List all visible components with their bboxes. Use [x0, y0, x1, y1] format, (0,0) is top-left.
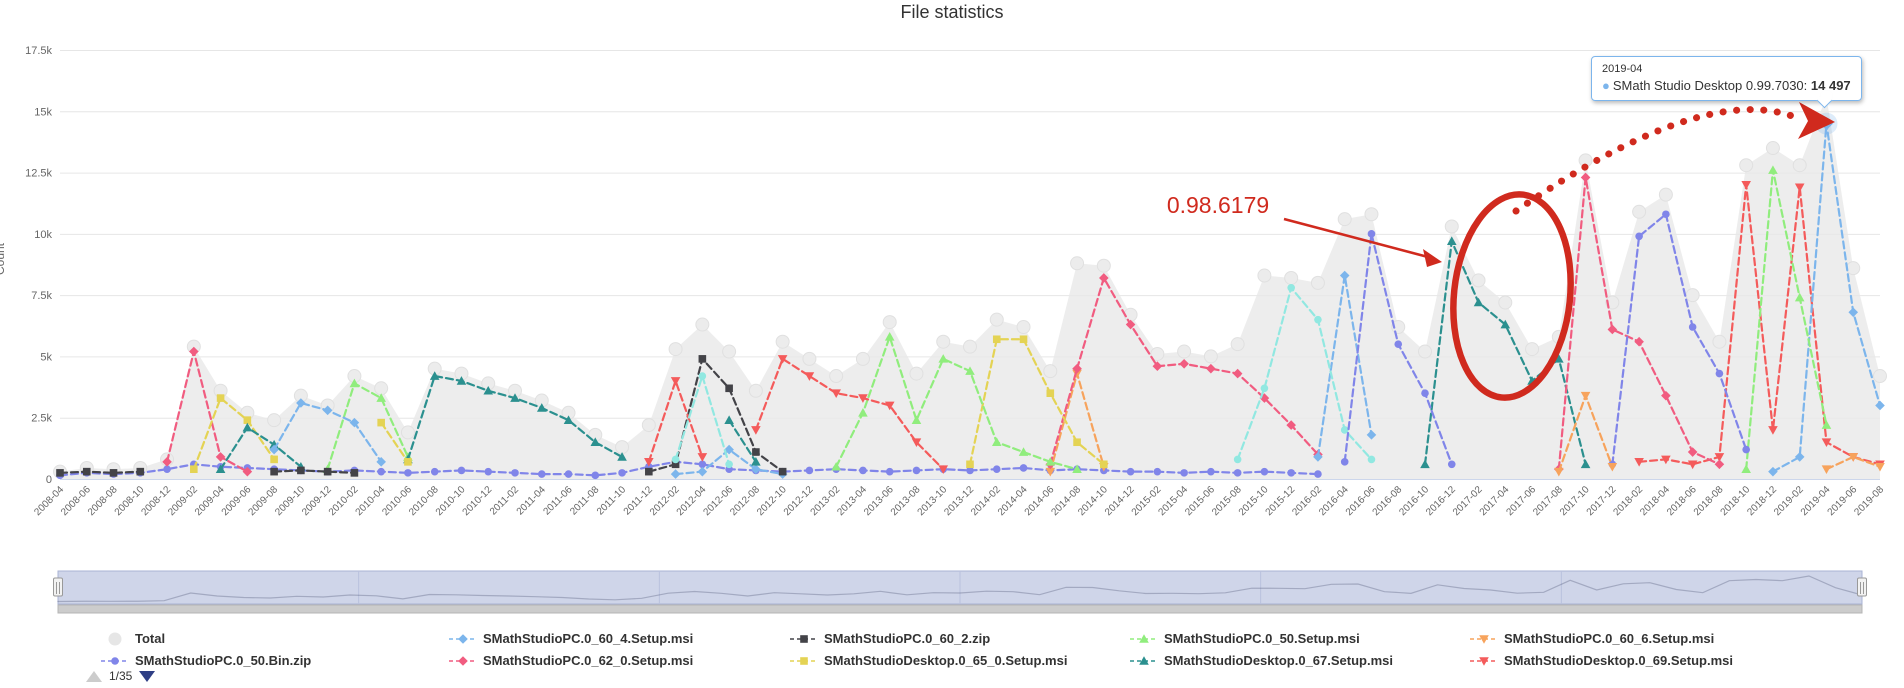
legend-item-label: Total: [135, 631, 165, 646]
svg-text:2.5k: 2.5k: [31, 413, 52, 425]
file-statistics-chart: File statistics Count 02.5k5k7.5k10k12.5…: [0, 0, 1904, 688]
legend-item-label: SMathStudioPC.0_60_6.Setup.msi: [1504, 631, 1714, 646]
svg-text:17.5k: 17.5k: [25, 45, 52, 57]
legend-item-smathstudiopc-0-60-4-setup-msi[interactable]: SMathStudioPC.0_60_4.Setup.msi: [448, 631, 693, 646]
x-axis-labels: 2008-042008-062008-082008-102008-122009-…: [32, 484, 1886, 518]
legend-marker-icon: [1129, 654, 1159, 668]
legend-item-label: SMathStudioDesktop.0_67.Setup.msi: [1164, 653, 1393, 668]
svg-text:15k: 15k: [34, 106, 52, 118]
svg-text:2019-08: 2019-08: [1852, 484, 1886, 518]
series-total: [54, 90, 1887, 479]
legend-marker-icon: [1129, 632, 1159, 646]
series-dot-icon: ●: [1602, 78, 1610, 93]
legend-item-label: SMathStudioPC.0_50.Setup.msi: [1164, 631, 1360, 646]
legend-item-smathstudiopc-0-60-2-zip[interactable]: SMathStudioPC.0_60_2.zip: [789, 631, 990, 646]
svg-text:5k: 5k: [40, 351, 52, 363]
scrollbar-thumb: [58, 605, 1862, 613]
svg-text:2010-12: 2010-12: [461, 484, 495, 518]
legend-marker-icon: [448, 632, 478, 646]
legend-marker-icon: [1469, 654, 1499, 668]
legend-item-smathstudiodesktop-0-67-setup-msi[interactable]: SMathStudioDesktop.0_67.Setup.msi: [1129, 653, 1393, 668]
legend-item-label: SMathStudioDesktop.0_69.Setup.msi: [1504, 653, 1733, 668]
navigator[interactable]: [54, 571, 1867, 604]
legend-marker-icon: [448, 654, 478, 668]
legend-item-label: SMathStudioPC.0_50.Bin.zip: [135, 653, 311, 668]
legend-page-up-icon[interactable]: [86, 671, 102, 682]
navigator-handle-right[interactable]: [1858, 578, 1867, 596]
legend-marker-icon: [100, 632, 130, 646]
legend-pagination: 1/35: [86, 669, 155, 683]
legend-page-indicator: 1/35: [109, 669, 132, 683]
legend-marker-icon: [789, 632, 819, 646]
legend-item-smathstudiodesktop-0-69-setup-msi[interactable]: SMathStudioDesktop.0_69.Setup.msi: [1469, 653, 1733, 668]
annotation-version-label: 0.98.6179: [1167, 192, 1269, 218]
legend-item-smathstudiopc-0-50-setup-msi[interactable]: SMathStudioPC.0_50.Setup.msi: [1129, 631, 1360, 646]
legend-item-smathstudiopc-0-62-0-setup-msi[interactable]: SMathStudioPC.0_62_0.Setup.msi: [448, 653, 693, 668]
chart-canvas[interactable]: 0 2.5k 5k 7.5k 10k 12.5k 15k 17.5k 2008-042008-0…: [0, 0, 1904, 688]
legend-item-smathstudiopc-0-50-bin-zip[interactable]: SMathStudioPC.0_50.Bin.zip: [100, 653, 311, 668]
legend-item-label: SMathStudioPC.0_62_0.Setup.msi: [483, 653, 693, 668]
tooltip: 2019-04 ●SMath Studio Desktop 0.99.7030:…: [1591, 56, 1862, 101]
legend-item-total[interactable]: Total: [100, 631, 165, 646]
tooltip-date: 2019-04: [1602, 63, 1851, 75]
legend-marker-icon: [789, 654, 819, 668]
legend-item-label: SMathStudioPC.0_60_4.Setup.msi: [483, 631, 693, 646]
tooltip-value: 14 497: [1811, 78, 1851, 93]
legend-marker-icon: [100, 654, 130, 668]
navigator-handle-left[interactable]: [54, 578, 63, 596]
legend-marker-icon: [1469, 632, 1499, 646]
legend-item-label: SMathStudioPC.0_60_2.zip: [824, 631, 990, 646]
svg-text:7.5k: 7.5k: [31, 290, 52, 302]
svg-text:0: 0: [46, 474, 52, 486]
legend-page-down-icon[interactable]: [139, 671, 155, 682]
svg-text:12.5k: 12.5k: [25, 168, 52, 180]
scrollbar[interactable]: [58, 605, 1862, 613]
legend-item-label: SMathStudioDesktop.0_65_0.Setup.msi: [824, 653, 1067, 668]
svg-text:10k: 10k: [34, 229, 52, 241]
legend-item-smathstudiopc-0-60-6-setup-msi[interactable]: SMathStudioPC.0_60_6.Setup.msi: [1469, 631, 1714, 646]
tooltip-series-label: SMath Studio Desktop 0.99.7030:: [1613, 78, 1807, 93]
tooltip-series-line: ●SMath Studio Desktop 0.99.7030: 14 497: [1602, 78, 1851, 93]
legend-item-smathstudiodesktop-0-65-0-setup-msi[interactable]: SMathStudioDesktop.0_65_0.Setup.msi: [789, 653, 1067, 668]
